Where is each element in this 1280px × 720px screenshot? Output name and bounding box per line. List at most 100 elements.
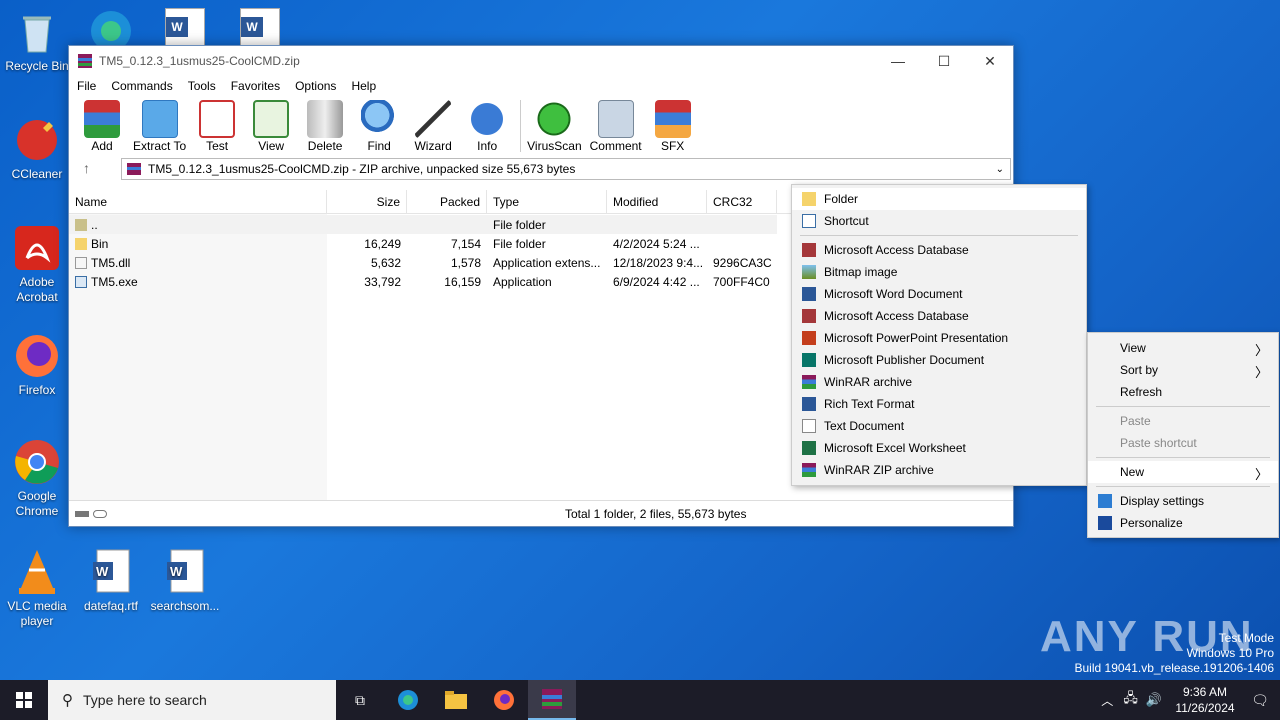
new-word-item[interactable]: Microsoft Word Document: [792, 283, 1086, 305]
address-bar[interactable]: TM5_0.12.3_1usmus25-CoolCMD.zip - ZIP ar…: [121, 158, 1011, 180]
menu-options[interactable]: Options: [295, 79, 336, 93]
info-button[interactable]: Info: [464, 100, 510, 153]
title-bar[interactable]: TM5_0.12.3_1usmus25-CoolCMD.zip — ☐ ✕: [69, 46, 1013, 76]
desktop-icon-searchsom[interactable]: W searchsom...: [148, 548, 222, 614]
shortcut-icon: [802, 214, 816, 228]
view-menu-item[interactable]: View 〉: [1088, 337, 1278, 359]
virusscan-button[interactable]: VirusScan: [527, 100, 582, 153]
firefox-taskbar-button[interactable]: [480, 680, 528, 720]
desktop-icon-label: CCleaner: [11, 167, 63, 181]
desktop-icon-vlc[interactable]: VLC media player: [0, 548, 74, 629]
recycle-bin-icon: [13, 8, 61, 56]
comment-button[interactable]: Comment: [590, 100, 642, 153]
edge-taskbar-button[interactable]: [384, 680, 432, 720]
new-winrar-item[interactable]: WinRAR archive: [792, 371, 1086, 393]
task-view-button[interactable]: ⧉: [336, 680, 384, 720]
col-packed[interactable]: Packed: [407, 190, 487, 213]
display-settings-menu-item[interactable]: Display settings: [1088, 490, 1278, 512]
volume-icon[interactable]: 🔊: [1146, 692, 1162, 708]
wizard-label: Wizard: [414, 139, 452, 153]
desktop-context-menu: View 〉 Sort by 〉 Refresh Paste Paste short…: [1087, 332, 1279, 538]
search-placeholder: Type here to search: [83, 692, 207, 708]
refresh-menu-item[interactable]: Refresh: [1088, 381, 1278, 403]
view-button[interactable]: View: [248, 100, 294, 153]
display-icon: [1098, 494, 1112, 508]
col-crc32[interactable]: CRC32: [707, 190, 777, 213]
add-label: Add: [91, 139, 113, 153]
desktop-icon-recycle-bin[interactable]: Recycle Bin: [0, 8, 74, 74]
table-row[interactable]: .. File folder: [69, 215, 777, 234]
window-title: TM5_0.12.3_1usmus25-CoolCMD.zip: [99, 54, 300, 68]
view-label: View: [258, 139, 285, 153]
add-button[interactable]: Add: [79, 100, 125, 153]
svg-text:W: W: [96, 564, 109, 579]
word-desktop-icon-1[interactable]: W: [165, 8, 205, 46]
info-icon: [469, 100, 506, 138]
virusscan-label: VirusScan: [527, 139, 582, 153]
test-button[interactable]: Test: [194, 100, 240, 153]
desktop-icon-ccleaner[interactable]: CCleaner: [0, 116, 74, 182]
new-publisher-item[interactable]: Microsoft Publisher Document: [792, 349, 1086, 371]
wand-icon: [415, 100, 452, 138]
desktop-icon-label: Recycle Bin: [5, 59, 69, 73]
new-bitmap-item[interactable]: Bitmap image: [792, 261, 1086, 283]
search-box[interactable]: ⚲ Type here to search: [48, 680, 336, 720]
sort-by-menu-item[interactable]: Sort by 〉: [1088, 359, 1278, 381]
menu-commands[interactable]: Commands: [111, 79, 172, 93]
col-name[interactable]: Name: [69, 190, 327, 213]
new-folder-item[interactable]: Folder: [792, 188, 1086, 210]
word-icon: [802, 287, 816, 301]
desktop-icon-acrobat[interactable]: Adobe Acrobat: [0, 224, 74, 305]
notifications-icon[interactable]: 🗨: [1240, 680, 1280, 720]
chevron-up-icon[interactable]: ︿: [1101, 692, 1113, 709]
menu-favorites[interactable]: Favorites: [231, 79, 280, 93]
sfx-button[interactable]: SFX: [650, 100, 696, 153]
up-arrow-icon[interactable]: ↑: [83, 160, 90, 176]
vlc-icon: [13, 548, 61, 596]
wizard-button[interactable]: Wizard: [410, 100, 456, 153]
desktop-icon-datefaq[interactable]: W datefaq.rtf: [74, 548, 148, 614]
col-type[interactable]: Type: [487, 190, 607, 213]
menu-help[interactable]: Help: [351, 79, 376, 93]
clock[interactable]: 9:36 AM 11/26/2024: [1170, 684, 1240, 716]
col-size[interactable]: Size: [327, 190, 407, 213]
new-menu-item[interactable]: New 〉: [1088, 461, 1278, 483]
drive-icon: [75, 510, 89, 517]
menu-file[interactable]: File: [77, 79, 96, 93]
chevron-right-icon: 〉: [1254, 343, 1268, 358]
delete-button[interactable]: Delete: [302, 100, 348, 153]
personalize-menu-item[interactable]: Personalize: [1088, 512, 1278, 534]
paste-menu-item: Paste: [1120, 414, 1151, 428]
virus-icon: [536, 100, 573, 138]
system-tray: ︿ 🖧 🔊 9:36 AM 11/26/2024 🗨: [1101, 680, 1280, 720]
bitmap-icon: [802, 265, 816, 279]
desktop-icon-chrome[interactable]: Google Chrome: [0, 438, 74, 519]
desktop-icon-firefox[interactable]: Firefox: [0, 332, 74, 398]
new-shortcut-item[interactable]: Shortcut: [792, 210, 1086, 232]
new-rtf-item[interactable]: Rich Text Format: [792, 393, 1086, 415]
new-powerpoint-item[interactable]: Microsoft PowerPoint Presentation: [792, 327, 1086, 349]
acrobat-icon: [13, 224, 61, 272]
new-text-item[interactable]: Text Document: [792, 415, 1086, 437]
word-desktop-icon-2[interactable]: W: [240, 8, 280, 46]
col-modified[interactable]: Modified: [607, 190, 707, 213]
new-access-item-2[interactable]: Microsoft Access Database: [792, 305, 1086, 327]
new-winrar-zip-item[interactable]: WinRAR ZIP archive: [792, 459, 1086, 481]
taskbar: ⚲ Type here to search ⧉ ︿ 🖧 🔊 9:36 AM 11…: [0, 680, 1280, 720]
network-icon[interactable]: 🖧: [1123, 689, 1138, 711]
dll-file-icon: [75, 257, 87, 270]
minimize-button[interactable]: —: [875, 46, 921, 76]
start-button[interactable]: [0, 680, 48, 720]
new-excel-item[interactable]: Microsoft Excel Worksheet: [792, 437, 1086, 459]
find-button[interactable]: Find: [356, 100, 402, 153]
extract-to-button[interactable]: Extract To: [133, 100, 186, 153]
close-button[interactable]: ✕: [967, 46, 1013, 76]
winrar-taskbar-button[interactable]: [528, 680, 576, 720]
desktop-icon-label: searchsom...: [150, 599, 220, 613]
chevron-down-icon[interactable]: ⌄: [996, 164, 1004, 175]
new-access-item[interactable]: Microsoft Access Database: [792, 239, 1086, 261]
maximize-button[interactable]: ☐: [921, 46, 967, 76]
edge-desktop-icon[interactable]: [86, 6, 136, 51]
menu-tools[interactable]: Tools: [188, 79, 216, 93]
explorer-taskbar-button[interactable]: [432, 680, 480, 720]
